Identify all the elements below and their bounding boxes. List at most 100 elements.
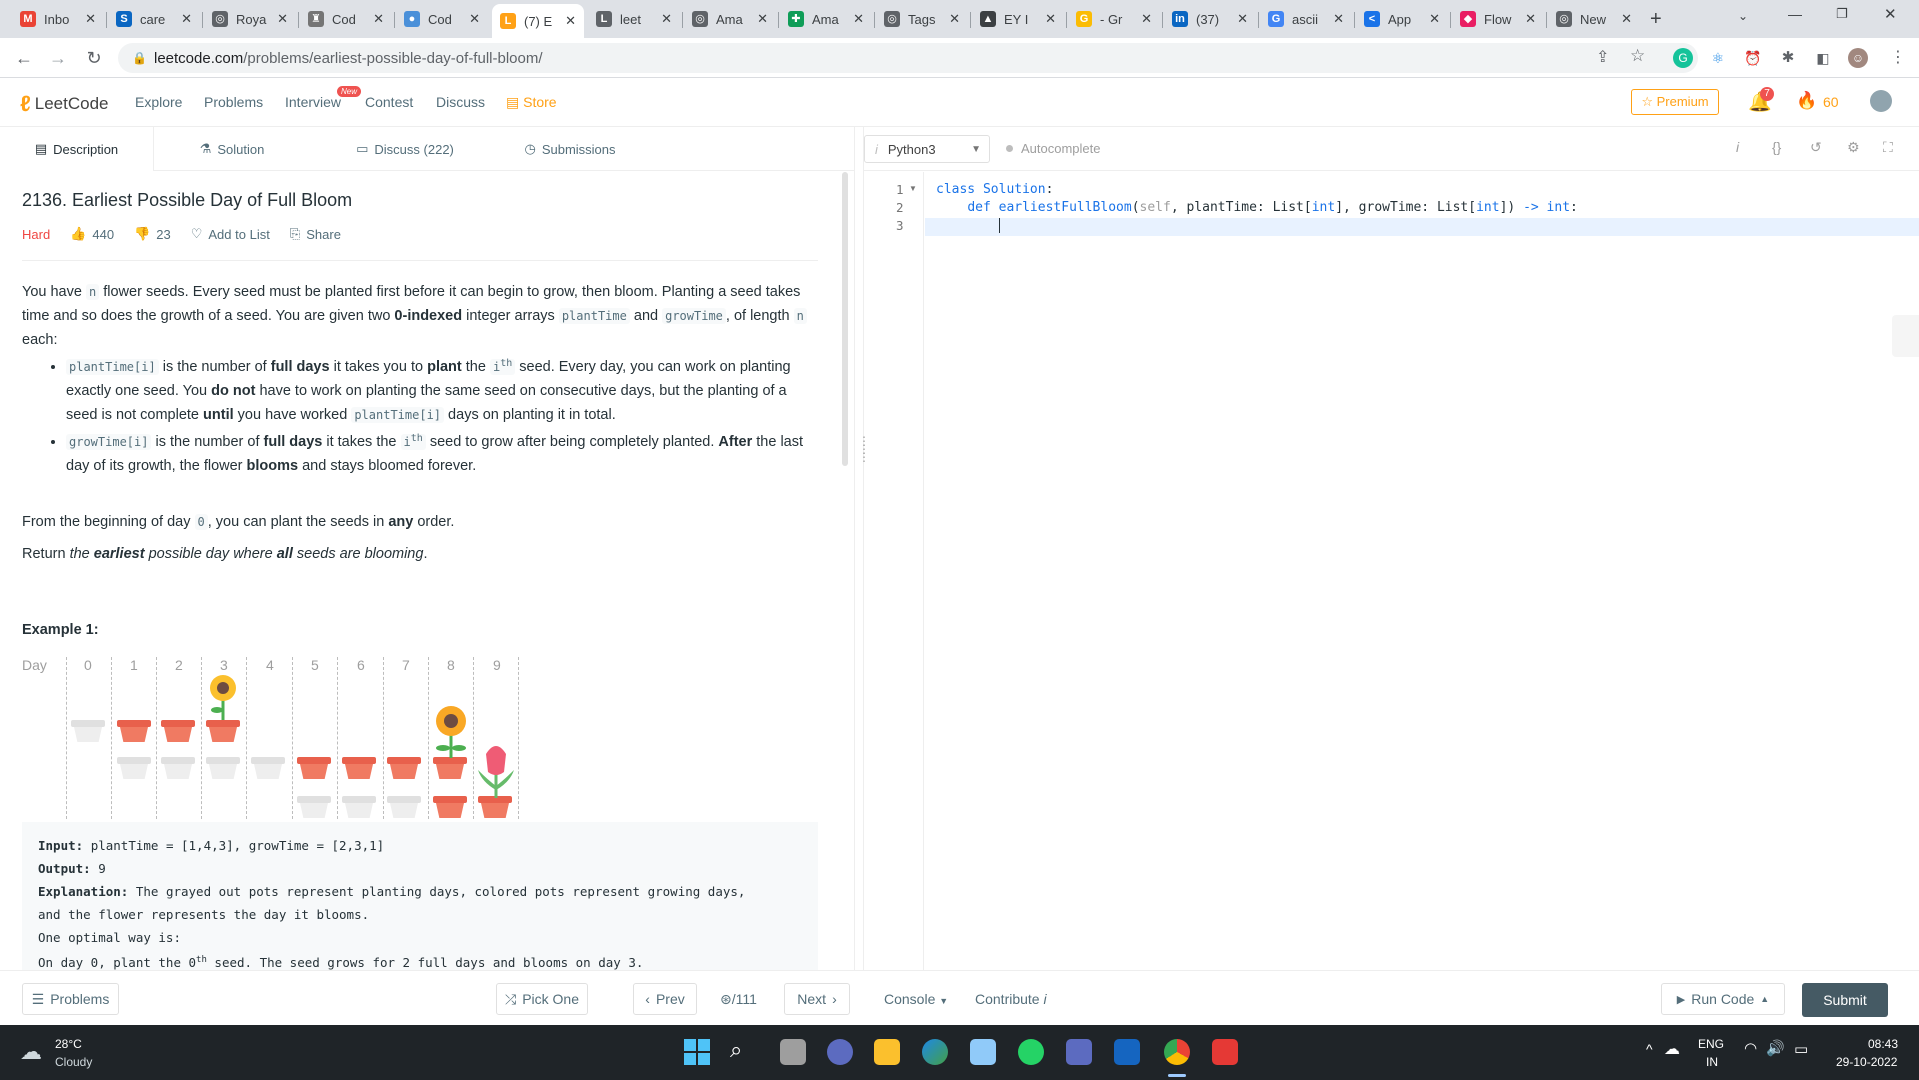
- url-input[interactable]: 🔒 leetcode.com/problems/earliest-possibl…: [118, 43, 1698, 73]
- minimize-button[interactable]: —: [1788, 6, 1802, 22]
- leetcode-logo[interactable]: ℓ LeetCode: [20, 91, 109, 117]
- tab-solution[interactable]: ⚗ Solution: [156, 127, 308, 171]
- close-tab-icon[interactable]: ✕: [1045, 11, 1056, 27]
- task-view-icon[interactable]: [780, 1039, 806, 1065]
- tab-discuss[interactable]: ▭ Discuss (222): [310, 127, 500, 171]
- new-tab-button[interactable]: +: [1650, 8, 1662, 31]
- alarm-extension-icon[interactable]: ⏰: [1743, 48, 1763, 68]
- close-tab-icon[interactable]: ✕: [469, 11, 480, 27]
- browser-tab[interactable]: ◎ Ama ✕: [684, 4, 776, 34]
- teams-chat-icon[interactable]: [827, 1039, 853, 1065]
- volume-icon[interactable]: 🔊: [1766, 1039, 1785, 1057]
- pick-one-button[interactable]: ⤮ Pick One: [496, 983, 588, 1015]
- file-explorer-icon[interactable]: [874, 1039, 900, 1065]
- tab-description[interactable]: ▤ Description: [0, 127, 154, 171]
- browser-tab[interactable]: ♜ Cod ✕: [300, 4, 392, 34]
- search-icon[interactable]: ⌕: [730, 1037, 742, 1063]
- share-button[interactable]: ⎘ Share: [290, 226, 341, 242]
- close-tab-icon[interactable]: ✕: [1141, 11, 1152, 27]
- settings-gear-icon[interactable]: ⚙: [1847, 139, 1860, 156]
- tab-search-icon[interactable]: ⌄: [1738, 9, 1748, 23]
- close-tab-icon[interactable]: ✕: [661, 11, 672, 27]
- nav-problems[interactable]: Problems: [204, 94, 263, 110]
- side-panel-tab[interactable]: [1892, 315, 1919, 357]
- snipping-tool-icon[interactable]: [1212, 1039, 1238, 1065]
- reload-button[interactable]: ↻: [82, 46, 106, 70]
- extensions-puzzle-icon[interactable]: ✱: [1778, 48, 1798, 68]
- battery-icon[interactable]: ▭: [1794, 1040, 1808, 1058]
- close-tab-icon[interactable]: ✕: [949, 11, 960, 27]
- language-indicator[interactable]: ENG: [1698, 1037, 1724, 1051]
- close-tab-icon[interactable]: ✕: [853, 11, 864, 27]
- onedrive-cloud-icon[interactable]: ☁: [1664, 1039, 1680, 1059]
- bookmark-star-icon[interactable]: ☆: [1630, 46, 1645, 66]
- browser-tab[interactable]: Lleet ✕: [588, 4, 680, 34]
- fullscreen-icon[interactable]: ⛶: [1883, 139, 1893, 156]
- nav-store[interactable]: ▤ Store: [506, 94, 557, 111]
- browser-tab[interactable]: ● Cod ✕: [396, 4, 488, 34]
- browser-tab[interactable]: G - Gr ✕: [1068, 4, 1160, 34]
- close-window-button[interactable]: ✕: [1884, 5, 1897, 23]
- close-tab-icon[interactable]: ✕: [1429, 11, 1440, 27]
- run-code-button[interactable]: ▶ Run Code ▲: [1661, 983, 1785, 1015]
- browser-tab[interactable]: Scare ✕: [108, 4, 200, 34]
- description-scrollbar[interactable]: [842, 172, 848, 466]
- start-windows-icon[interactable]: [684, 1039, 710, 1065]
- like-button[interactable]: 👍 440: [70, 226, 114, 242]
- close-tab-icon[interactable]: ✕: [757, 11, 768, 27]
- add-to-list-button[interactable]: ♡ Add to List: [191, 226, 270, 242]
- user-avatar-icon[interactable]: [1870, 90, 1892, 112]
- close-tab-icon[interactable]: ✕: [1525, 11, 1536, 27]
- prev-button[interactable]: ‹ Prev: [633, 983, 697, 1015]
- whatsapp-icon[interactable]: [1018, 1039, 1044, 1065]
- contribute-link[interactable]: Contribute i: [975, 991, 1047, 1007]
- browser-tab[interactable]: ◎ New ✕: [1548, 4, 1640, 34]
- streak-flame-icon[interactable]: 🔥: [1796, 91, 1817, 111]
- browser-tab[interactable]: M Inbo ✕: [12, 4, 104, 34]
- chrome-menu-icon[interactable]: ⋮: [1890, 47, 1906, 67]
- close-tab-icon[interactable]: ✕: [181, 11, 192, 27]
- outlook-icon[interactable]: [1114, 1039, 1140, 1065]
- info-icon[interactable]: i: [1736, 139, 1739, 155]
- clock-time[interactable]: 08:43: [1868, 1037, 1898, 1051]
- close-tab-icon[interactable]: ✕: [85, 11, 96, 27]
- chrome-icon[interactable]: [1164, 1039, 1190, 1065]
- chevron-up-icon[interactable]: ^: [1646, 1041, 1653, 1057]
- browser-tab[interactable]: in (37) ✕: [1164, 4, 1256, 34]
- browser-tab[interactable]: ◆ Flow ✕: [1452, 4, 1544, 34]
- react-extension-icon[interactable]: ⚛: [1708, 48, 1728, 68]
- premium-button[interactable]: ☆ Premium: [1631, 89, 1719, 115]
- back-button[interactable]: ←: [12, 46, 36, 70]
- browser-tab[interactable]: Gascii ✕: [1260, 4, 1352, 34]
- submit-button[interactable]: Submit: [1802, 983, 1888, 1017]
- close-tab-icon[interactable]: ✕: [277, 11, 288, 27]
- nav-contest[interactable]: Contest: [365, 94, 413, 110]
- side-panel-icon[interactable]: ◧: [1813, 48, 1833, 68]
- problems-list-button[interactable]: ☰ Problems: [22, 983, 119, 1015]
- nav-explore[interactable]: Explore: [135, 94, 182, 110]
- fold-arrow-icon[interactable]: ▼: [909, 184, 917, 193]
- restore-button[interactable]: ❐: [1836, 6, 1848, 22]
- share-icon[interactable]: ⇪: [1596, 47, 1609, 67]
- reset-icon[interactable]: ↺: [1810, 139, 1822, 156]
- nav-interview[interactable]: Interview: [285, 94, 341, 110]
- close-tab-icon[interactable]: ✕: [565, 13, 576, 29]
- pane-splitter[interactable]: ⋮ ⋮ ⋮: [854, 127, 870, 970]
- close-tab-icon[interactable]: ✕: [1237, 11, 1248, 27]
- language-select[interactable]: i Python3 ▼: [864, 135, 990, 163]
- close-tab-icon[interactable]: ✕: [373, 11, 384, 27]
- braces-icon[interactable]: {}: [1772, 139, 1781, 155]
- console-toggle[interactable]: Console ▼: [884, 991, 948, 1007]
- edge-browser-icon[interactable]: [922, 1039, 948, 1065]
- browser-tab[interactable]: ✚ Ama ✕: [780, 4, 872, 34]
- weather-cloud-icon[interactable]: ☁: [20, 1039, 42, 1065]
- photos-icon[interactable]: [970, 1039, 996, 1065]
- wifi-icon[interactable]: ◠: [1744, 1039, 1757, 1057]
- nav-discuss[interactable]: Discuss: [436, 94, 485, 110]
- grammarly-extension-icon[interactable]: G: [1673, 48, 1693, 68]
- close-tab-icon[interactable]: ✕: [1621, 11, 1632, 27]
- browser-tab[interactable]: L (7) E ✕: [492, 4, 584, 38]
- tab-submissions[interactable]: ◷ Submissions: [480, 127, 660, 171]
- profile-avatar[interactable]: ☺: [1848, 48, 1868, 68]
- autocomplete-toggle[interactable]: Autocomplete: [1006, 141, 1101, 156]
